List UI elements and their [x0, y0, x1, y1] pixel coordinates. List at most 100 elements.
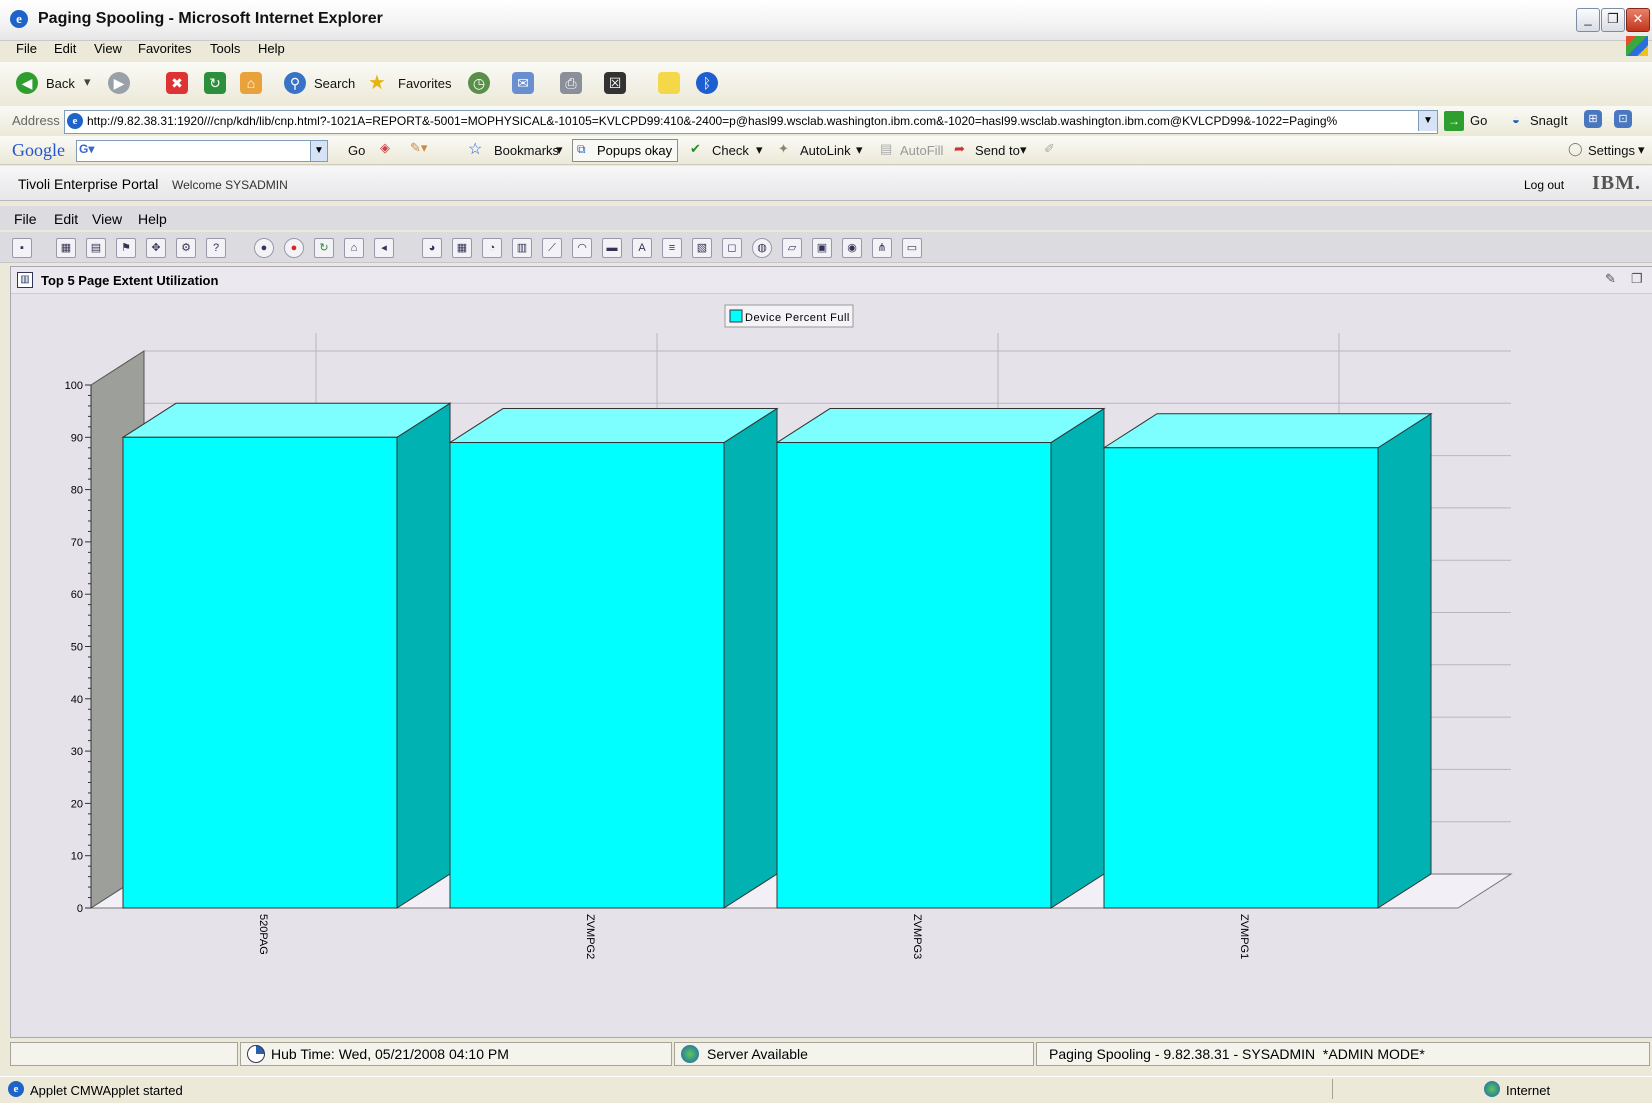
circular-gauge-view-icon[interactable]: ◠ — [572, 238, 592, 258]
portal-menu-view[interactable]: View — [92, 211, 122, 227]
address-label: Address — [12, 113, 60, 128]
bookmarks-dropdown-icon[interactable]: ▾ — [556, 142, 563, 158]
table-view-icon[interactable]: ▦ — [452, 238, 472, 258]
back-arrow-icon[interactable]: ◀ — [16, 72, 38, 94]
stop-refresh-icon[interactable]: ● — [284, 238, 304, 258]
search-button[interactable]: Search — [314, 76, 355, 91]
sound-icon[interactable]: ◂ — [374, 238, 394, 258]
logout-link[interactable]: Log out — [1524, 178, 1564, 192]
pagerank-icon[interactable]: ◈ — [380, 140, 390, 156]
portal-menu-edit[interactable]: Edit — [54, 211, 78, 227]
linear-gauge-view-icon[interactable]: ▬ — [602, 238, 622, 258]
stop-icon[interactable]: ✖ — [166, 72, 188, 94]
sendto-dropdown-icon[interactable]: ▾ — [1020, 142, 1027, 158]
google-search-input[interactable]: G▾ ▼ — [76, 140, 328, 162]
highlight-icon[interactable]: ✐ — [1044, 141, 1055, 157]
restore-button[interactable]: ❐ — [1601, 8, 1625, 32]
camera-view-icon[interactable]: ◉ — [842, 238, 862, 258]
report-view-icon[interactable]: ▭ — [902, 238, 922, 258]
properties-icon[interactable]: ▤ — [86, 238, 106, 258]
capture-region-icon[interactable]: ⊡ — [1614, 110, 1632, 128]
google-go-button[interactable]: Go — [348, 143, 365, 158]
message-log-icon[interactable]: ◻ — [722, 238, 742, 258]
graphic-view-icon[interactable]: ▧ — [692, 238, 712, 258]
portal-menu-file[interactable]: File — [14, 211, 37, 227]
bar-chart-view-icon[interactable]: ▥ — [512, 238, 532, 258]
edit-view-icon[interactable]: ✎ — [1605, 271, 1616, 287]
check-dropdown-icon[interactable]: ▾ — [756, 142, 763, 158]
gauge-view-icon[interactable]: ◔ — [482, 238, 502, 258]
pause-icon[interactable]: ● — [254, 238, 274, 258]
go-arrow-icon[interactable]: → — [1444, 111, 1464, 131]
y-tick-label: 20 — [71, 798, 83, 810]
help-icon[interactable]: ? — [206, 238, 226, 258]
search-icon[interactable]: ⚲ — [284, 72, 306, 94]
bookmarks-button[interactable]: Bookmarks — [494, 143, 559, 158]
menu-favorites[interactable]: Favorites — [138, 41, 191, 56]
sendto-button[interactable]: Send to — [975, 143, 1020, 158]
edit-icon[interactable]: ☒ — [604, 72, 626, 94]
home-workspace-icon[interactable]: ⌂ — [344, 238, 364, 258]
autolink-button[interactable]: AutoLink — [800, 143, 851, 158]
history-icon[interactable]: ◷ — [468, 72, 490, 94]
menu-view[interactable]: View — [94, 41, 122, 56]
google-search-dropdown-icon[interactable]: ▼ — [310, 141, 327, 161]
popups-okay-button[interactable]: ⧉ Popups okay — [572, 139, 678, 162]
bookmarks-star-icon[interactable]: ☆ — [468, 139, 482, 159]
spellcheck-icon[interactable]: ✔ — [690, 141, 701, 157]
snagit-icon[interactable]: ◒ — [1512, 112, 1520, 127]
bar-top — [121, 402, 452, 438]
settings-icon[interactable]: ◯ — [1568, 141, 1583, 157]
plot-chart-view-icon[interactable]: ⟋ — [542, 238, 562, 258]
back-dropdown-icon[interactable]: ▾ — [84, 74, 91, 90]
address-field[interactable]: e http://9.82.38.31:1920///cnp/kdh/lib/c… — [64, 110, 1438, 134]
pie-view-icon[interactable]: ◕ — [422, 238, 442, 258]
address-dropdown-icon[interactable]: ▼ — [1418, 111, 1437, 131]
minimize-button[interactable]: _ — [1576, 8, 1600, 32]
close-button[interactable]: ✕ — [1626, 8, 1650, 32]
view-title: Top 5 Page Extent Utilization — [41, 273, 219, 288]
print-icon[interactable]: ⎙ — [560, 72, 582, 94]
sendto-icon[interactable]: ➦ — [954, 141, 965, 157]
notepad-view-icon[interactable]: A — [632, 238, 652, 258]
menu-tools[interactable]: Tools — [210, 41, 240, 56]
address-url[interactable]: http://9.82.38.31:1920///cnp/kdh/lib/cnp… — [87, 114, 1413, 128]
portal-menu-help[interactable]: Help — [138, 211, 167, 227]
query-editor-icon[interactable]: ⚑ — [116, 238, 136, 258]
menu-file[interactable]: File — [16, 41, 37, 56]
autolink-dropdown-icon[interactable]: ▾ — [856, 142, 863, 158]
snagit-button[interactable]: SnagIt — [1530, 113, 1568, 128]
settings-dropdown-icon[interactable]: ▾ — [1638, 142, 1645, 158]
menu-help[interactable]: Help — [258, 41, 285, 56]
refresh-icon[interactable]: ↻ — [204, 72, 226, 94]
favorites-star-icon[interactable]: ★ — [366, 72, 388, 94]
autofill-icon[interactable]: ▤ — [880, 141, 892, 157]
autolink-icon[interactable]: ✦ — [778, 141, 789, 157]
situation-editor-icon[interactable]: ⚙ — [176, 238, 196, 258]
browser-view-icon[interactable]: ◍ — [752, 238, 772, 258]
capture-window-icon[interactable]: ⊞ — [1584, 110, 1602, 128]
event-console-icon[interactable]: ≡ — [662, 238, 682, 258]
favorites-button[interactable]: Favorites — [398, 76, 451, 91]
home-icon[interactable]: ⌂ — [240, 72, 262, 94]
mail-icon[interactable]: ✉ — [512, 72, 534, 94]
google-g-icon[interactable]: G▾ — [79, 142, 94, 156]
bluetooth-icon[interactable]: ᛒ — [696, 72, 718, 94]
topology-view-icon[interactable]: ⋔ — [872, 238, 892, 258]
navigator-icon[interactable]: ✥ — [146, 238, 166, 258]
terminal-view-icon[interactable]: ▣ — [812, 238, 832, 258]
news-icon[interactable]: ✎▾ — [410, 140, 427, 156]
take-action-icon[interactable]: ▱ — [782, 238, 802, 258]
refresh-now-icon[interactable]: ↻ — [314, 238, 334, 258]
check-button[interactable]: Check — [712, 143, 749, 158]
maximize-view-icon[interactable]: ❐ — [1631, 271, 1643, 287]
autofill-button[interactable]: AutoFill — [900, 143, 943, 158]
workspace-icon[interactable]: ▦ — [56, 238, 76, 258]
back-button[interactable]: Back — [46, 76, 75, 91]
go-button[interactable]: Go — [1470, 113, 1487, 128]
forward-arrow-icon[interactable]: ▶ — [108, 72, 130, 94]
menu-edit[interactable]: Edit — [54, 41, 76, 56]
settings-button[interactable]: Settings — [1588, 143, 1635, 158]
save-icon[interactable]: ▪ — [12, 238, 32, 258]
notes-icon[interactable] — [658, 72, 680, 94]
